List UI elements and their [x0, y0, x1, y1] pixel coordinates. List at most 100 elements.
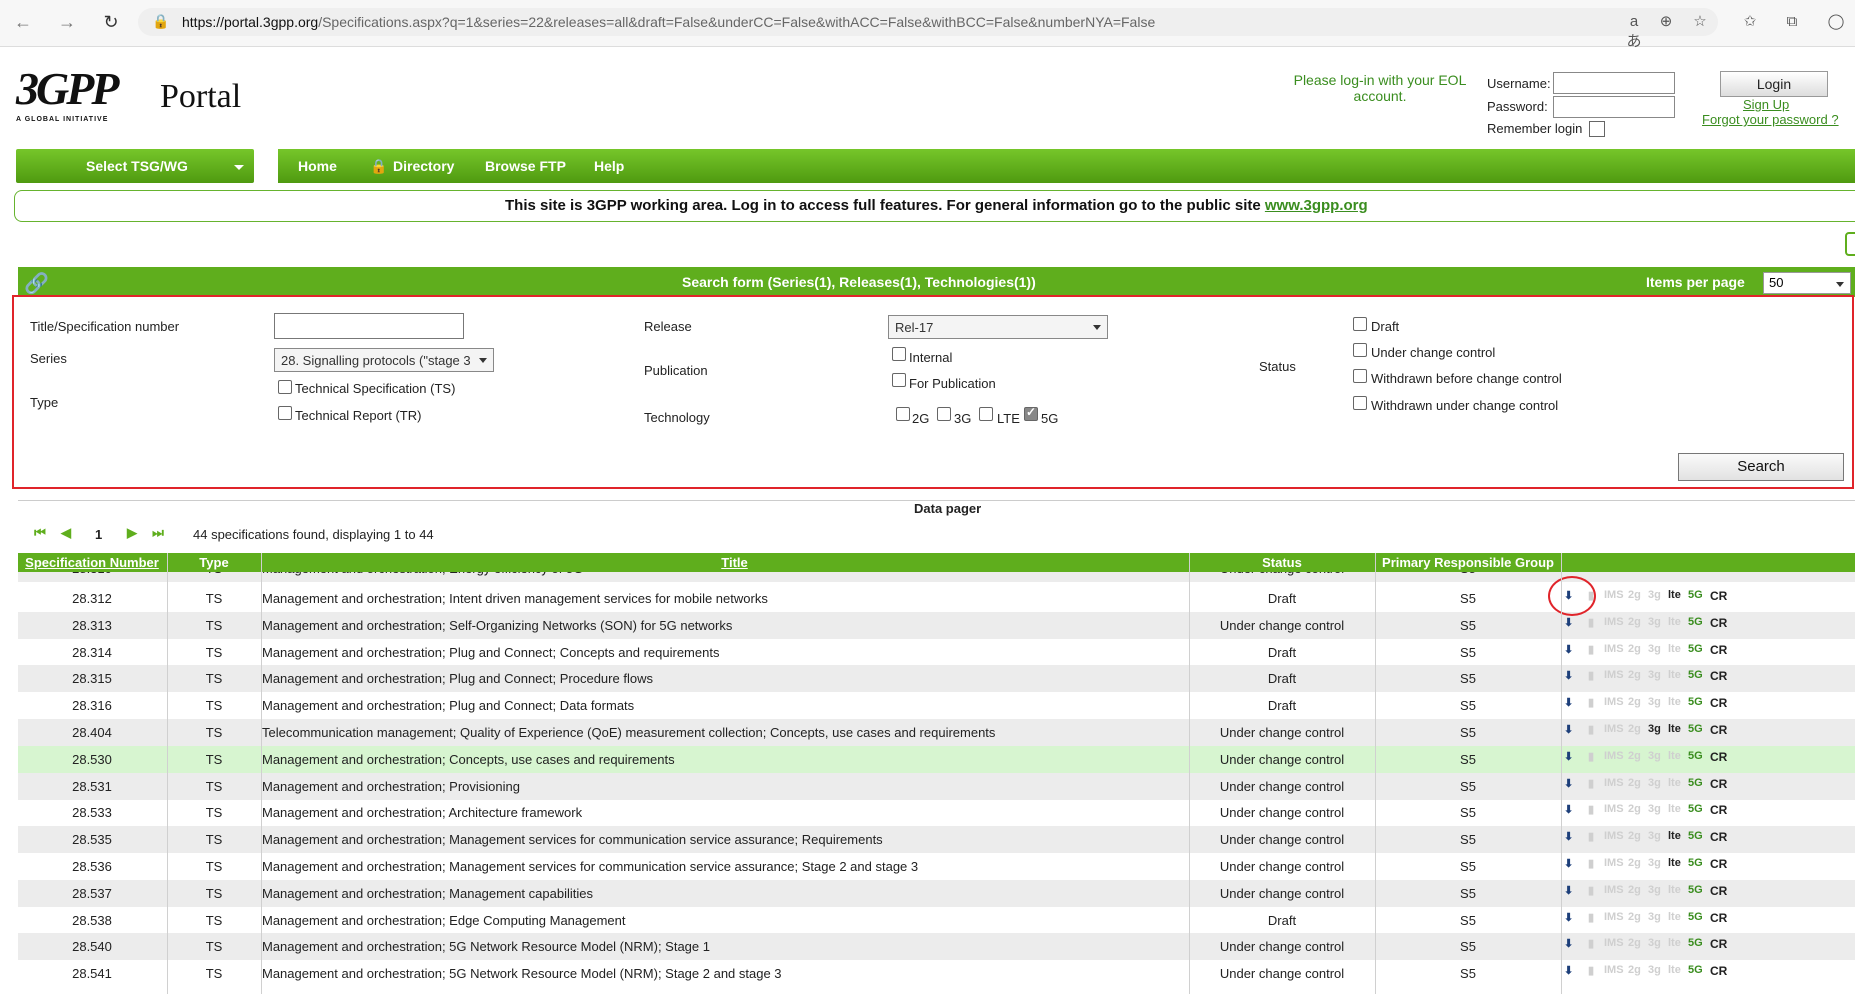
cr-icon[interactable]: CR	[1710, 911, 1727, 925]
cr-icon[interactable]: CR	[1710, 830, 1727, 844]
login-button[interactable]: Login	[1720, 71, 1828, 97]
spec-title[interactable]: Management and orchestration; Management…	[262, 886, 593, 901]
spec-number[interactable]: 28.531	[18, 779, 166, 794]
cr-icon[interactable]: CR	[1710, 777, 1727, 791]
download-icon[interactable]: ⬇	[1564, 830, 1573, 843]
collections-icon[interactable]: ⧉	[1782, 12, 1802, 32]
download-icon[interactable]: ⬇	[1564, 616, 1573, 629]
menu-browse-ftp[interactable]: Browse FTP	[485, 158, 566, 174]
table-row[interactable]: 28.404 TS Telecommunication management; Qu…	[18, 719, 1855, 746]
next-page-icon[interactable]: ▶	[124, 525, 140, 541]
download-icon[interactable]: ⬇	[1564, 803, 1573, 816]
tech-2g-checkbox[interactable]	[896, 407, 910, 421]
spec-number[interactable]: 28.310	[18, 572, 166, 576]
read-aloud-icon[interactable]: aあ	[1624, 12, 1644, 50]
cr-icon[interactable]: CR	[1710, 964, 1727, 978]
back-icon[interactable]: ←	[12, 11, 34, 33]
spec-number[interactable]: 28.404	[18, 725, 166, 740]
spec-title[interactable]: Management and orchestration; Plug and C…	[262, 698, 634, 713]
table-row[interactable]: 28.537 TS Management and orchestration; Ma…	[18, 879, 1855, 907]
pub-for-publication-checkbox[interactable]	[892, 373, 906, 387]
download-icon[interactable]: ⬇	[1564, 643, 1573, 656]
first-page-icon[interactable]: ⏮	[32, 525, 48, 541]
spec-number[interactable]: 28.312	[18, 591, 166, 606]
table-row[interactable]: 28.535 TS Management and orchestration; Ma…	[18, 826, 1855, 854]
download-icon[interactable]: ⬇	[1564, 964, 1573, 977]
tech-lte-checkbox[interactable]	[979, 407, 993, 421]
table-row[interactable]: 28.533 TS Management and orchestration; Ar…	[18, 799, 1855, 826]
zoom-icon[interactable]: ⊕	[1656, 12, 1676, 32]
spec-title[interactable]: Management and orchestration; Edge Compu…	[262, 913, 626, 928]
download-icon[interactable]: ⬇	[1564, 937, 1573, 950]
3gpp-logo[interactable]: 3GPP A GLOBAL INITIATIVE	[16, 64, 126, 130]
spec-number[interactable]: 28.541	[18, 966, 166, 981]
cr-icon[interactable]: CR	[1710, 572, 1727, 573]
spec-number[interactable]: 28.537	[18, 886, 166, 901]
download-icon[interactable]: ⬇	[1564, 750, 1573, 763]
spec-number[interactable]: 28.540	[18, 939, 166, 954]
download-icon[interactable]: ⬇	[1564, 911, 1573, 924]
favorites-icon[interactable]: ✩	[1740, 12, 1760, 32]
spec-title[interactable]: Management and orchestration; 5G Network…	[262, 939, 710, 954]
select-tsg-dropdown[interactable]: Select TSG/WG	[16, 149, 254, 183]
spec-title[interactable]: Management and orchestration; Plug and C…	[262, 645, 719, 660]
profile-icon[interactable]: ◯	[1826, 12, 1846, 32]
status-ucc-checkbox[interactable]	[1353, 343, 1367, 357]
table-row[interactable]: 28.314 TS Management and orchestration; Pl…	[18, 639, 1855, 666]
cr-icon[interactable]: CR	[1710, 643, 1727, 657]
table-row[interactable]: 28.538 TS Management and orchestration; Ed…	[18, 907, 1855, 934]
release-select[interactable]: Rel-17	[888, 315, 1108, 339]
table-row[interactable]: 28.531 TS Management and orchestration; Pr…	[18, 772, 1855, 800]
download-icon[interactable]: ⬇	[1564, 777, 1573, 790]
title-spec-input[interactable]	[274, 313, 464, 339]
search-button[interactable]: Search	[1678, 453, 1844, 481]
download-icon[interactable]: ⬇	[1564, 723, 1573, 736]
status-draft-checkbox[interactable]	[1353, 317, 1367, 331]
menu-directory[interactable]: Directory	[393, 158, 454, 174]
favorite-add-icon[interactable]: ☆	[1690, 12, 1710, 32]
cr-icon[interactable]: CR	[1710, 937, 1727, 951]
spec-title[interactable]: Management and orchestration; Management…	[262, 832, 883, 847]
menu-help[interactable]: Help	[594, 158, 624, 174]
last-page-icon[interactable]: ⏭	[150, 525, 166, 541]
cr-icon[interactable]: CR	[1710, 696, 1727, 710]
table-row[interactable]: 28.316 TS Management and orchestration; Pl…	[18, 692, 1855, 719]
spec-title[interactable]: Management and orchestration; Concepts, …	[262, 752, 675, 767]
reload-icon[interactable]: ↻	[100, 11, 122, 33]
cr-icon[interactable]: CR	[1710, 750, 1727, 764]
table-row[interactable]: 28.530 TS Management and orchestration; Co…	[18, 745, 1855, 773]
download-icon[interactable]: ⬇	[1564, 669, 1573, 682]
spec-number[interactable]: 28.538	[18, 913, 166, 928]
spec-title[interactable]: Management and orchestration; Plug and C…	[262, 671, 653, 686]
spec-title[interactable]: Management and orchestration; Architectu…	[262, 805, 582, 820]
spec-title[interactable]: Management and orchestration; Management…	[262, 859, 918, 874]
cr-icon[interactable]: CR	[1710, 616, 1727, 630]
items-per-page-select[interactable]: 50	[1763, 272, 1851, 294]
tech-5g-checkbox[interactable]	[1024, 405, 1038, 421]
link-icon[interactable]: 🔗	[24, 271, 49, 296]
spec-number[interactable]: 28.314	[18, 645, 166, 660]
spec-number[interactable]: 28.535	[18, 832, 166, 847]
public-site-link[interactable]: www.3gpp.org	[1265, 197, 1368, 214]
spec-title[interactable]: Management and orchestration; Energy eff…	[262, 572, 583, 576]
cr-icon[interactable]: CR	[1710, 884, 1727, 898]
table-row[interactable]: 28.315 TS Management and orchestration; Pl…	[18, 665, 1855, 693]
table-row[interactable]: 28.536 TS Management and orchestration; Ma…	[18, 853, 1855, 880]
type-ts-checkbox[interactable]	[278, 380, 292, 394]
username-input[interactable]	[1553, 72, 1675, 94]
cr-icon[interactable]: CR	[1710, 589, 1727, 603]
remember-checkbox[interactable]	[1589, 121, 1605, 137]
cr-icon[interactable]: CR	[1710, 803, 1727, 817]
forgot-password-link[interactable]: Forgot your password ?	[1702, 112, 1839, 127]
spec-title[interactable]: Management and orchestration; 5G Network…	[262, 966, 782, 981]
spec-title[interactable]: Management and orchestration; Intent dri…	[262, 591, 768, 606]
table-row[interactable]: 28.540 TS Management and orchestration; 5G…	[18, 933, 1855, 961]
signup-link[interactable]: Sign Up	[1743, 97, 1789, 112]
export-icon[interactable]	[1845, 232, 1855, 256]
table-row[interactable]: 28.313 TS Management and orchestration; Se…	[18, 611, 1855, 639]
spec-title[interactable]: Management and orchestration; Provisioni…	[262, 779, 520, 794]
spec-number[interactable]: 28.313	[18, 618, 166, 633]
download-icon[interactable]: ⬇	[1564, 696, 1573, 709]
address-bar[interactable]: 🔒 https://portal.3gpp.org/Specifications…	[138, 8, 1718, 36]
password-input[interactable]	[1553, 96, 1675, 118]
